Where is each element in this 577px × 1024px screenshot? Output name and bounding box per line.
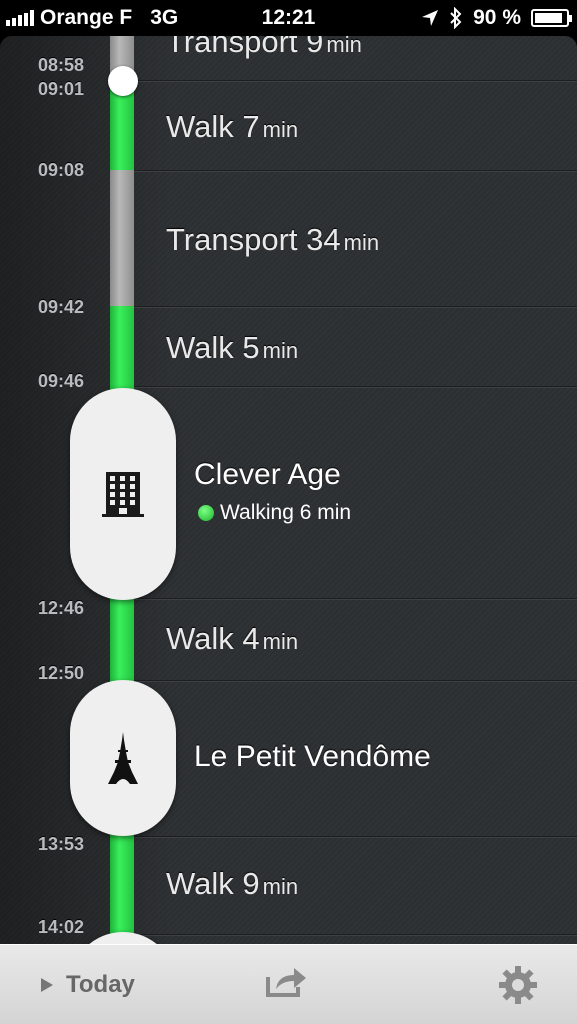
place-subtitle: Walking 6 min: [220, 501, 352, 524]
segment-unit: min: [343, 230, 380, 255]
segment-unit: min: [262, 629, 299, 654]
today-button[interactable]: Today: [40, 971, 135, 999]
segment-value: 4: [242, 621, 260, 656]
row-divider: [134, 170, 577, 172]
row-divider: [134, 386, 577, 388]
status-dot-icon: [198, 505, 214, 521]
bluetooth-icon: [450, 7, 462, 29]
time-label: 12:46: [38, 598, 85, 618]
segment-unit: min: [262, 117, 299, 142]
segment-row[interactable]: Transport 9 min: [166, 36, 362, 60]
location-arrow-icon: [422, 10, 439, 26]
segment-label: Walk: [166, 866, 234, 901]
row-divider: [134, 680, 577, 682]
gear-icon: [499, 966, 537, 1004]
place-bubble[interactable]: [70, 388, 176, 600]
segment-value: 9: [242, 866, 260, 901]
segment-label: Walk: [166, 621, 234, 656]
time-label: 09:01: [38, 79, 85, 99]
today-label: Today: [66, 971, 135, 998]
time-label: 14:02: [38, 917, 85, 937]
row-divider: [134, 836, 577, 838]
settings-button[interactable]: [498, 965, 538, 1010]
play-triangle-icon: [41, 978, 53, 992]
place-name[interactable]: Clever Age: [194, 458, 341, 492]
segment-row[interactable]: Transport 34 min: [166, 222, 379, 258]
time-label: 09:08: [38, 160, 85, 180]
segment-label: Transport: [166, 36, 298, 59]
current-position-marker: [108, 66, 138, 96]
share-icon: [266, 968, 306, 997]
segment-row[interactable]: Walk 7 min: [166, 109, 298, 145]
time-label: 09:42: [38, 297, 85, 317]
segment-unit: min: [262, 338, 299, 363]
timeline-panel[interactable]: 08:58 09:01 09:08 09:42 09:46 12:46 12:5…: [0, 36, 577, 1024]
battery-percent: 90 %: [473, 6, 521, 29]
status-right: 90 %: [421, 6, 572, 30]
row-divider: [134, 598, 577, 600]
segment-row[interactable]: Walk 5 min: [166, 330, 298, 366]
segment-label: Walk: [166, 109, 234, 144]
row-divider: [134, 934, 577, 936]
battery-icon: [531, 9, 572, 27]
segment-row[interactable]: Walk 4 min: [166, 621, 298, 657]
time-label: 12:50: [38, 663, 85, 683]
bottom-toolbar: Today: [0, 944, 577, 1024]
transport-track: [110, 170, 134, 306]
segment-unit: min: [262, 874, 299, 899]
building-icon: [102, 472, 144, 517]
segment-value: 9: [306, 36, 324, 59]
segment-row[interactable]: Walk 9 min: [166, 866, 298, 902]
place-name[interactable]: Le Petit Vendôme: [194, 740, 431, 774]
share-button[interactable]: [264, 965, 308, 1004]
segment-value: 5: [242, 330, 260, 365]
time-label: 08:58: [38, 55, 85, 75]
row-divider: [134, 306, 577, 308]
segment-value: 7: [242, 109, 260, 144]
place-bubble[interactable]: [70, 680, 176, 836]
place-status: Walking 6 min: [198, 501, 351, 525]
segment-label: Walk: [166, 330, 234, 365]
segment-unit: min: [326, 36, 362, 57]
segment-label: Transport: [166, 222, 298, 257]
time-label: 13:53: [38, 834, 85, 854]
segment-value: 34: [306, 222, 341, 257]
time-label: 09:46: [38, 371, 85, 391]
row-divider: [134, 80, 577, 82]
eiffel-tower-icon: [108, 732, 138, 784]
status-bar: Orange F 3G 12:21 90 %: [0, 0, 577, 36]
